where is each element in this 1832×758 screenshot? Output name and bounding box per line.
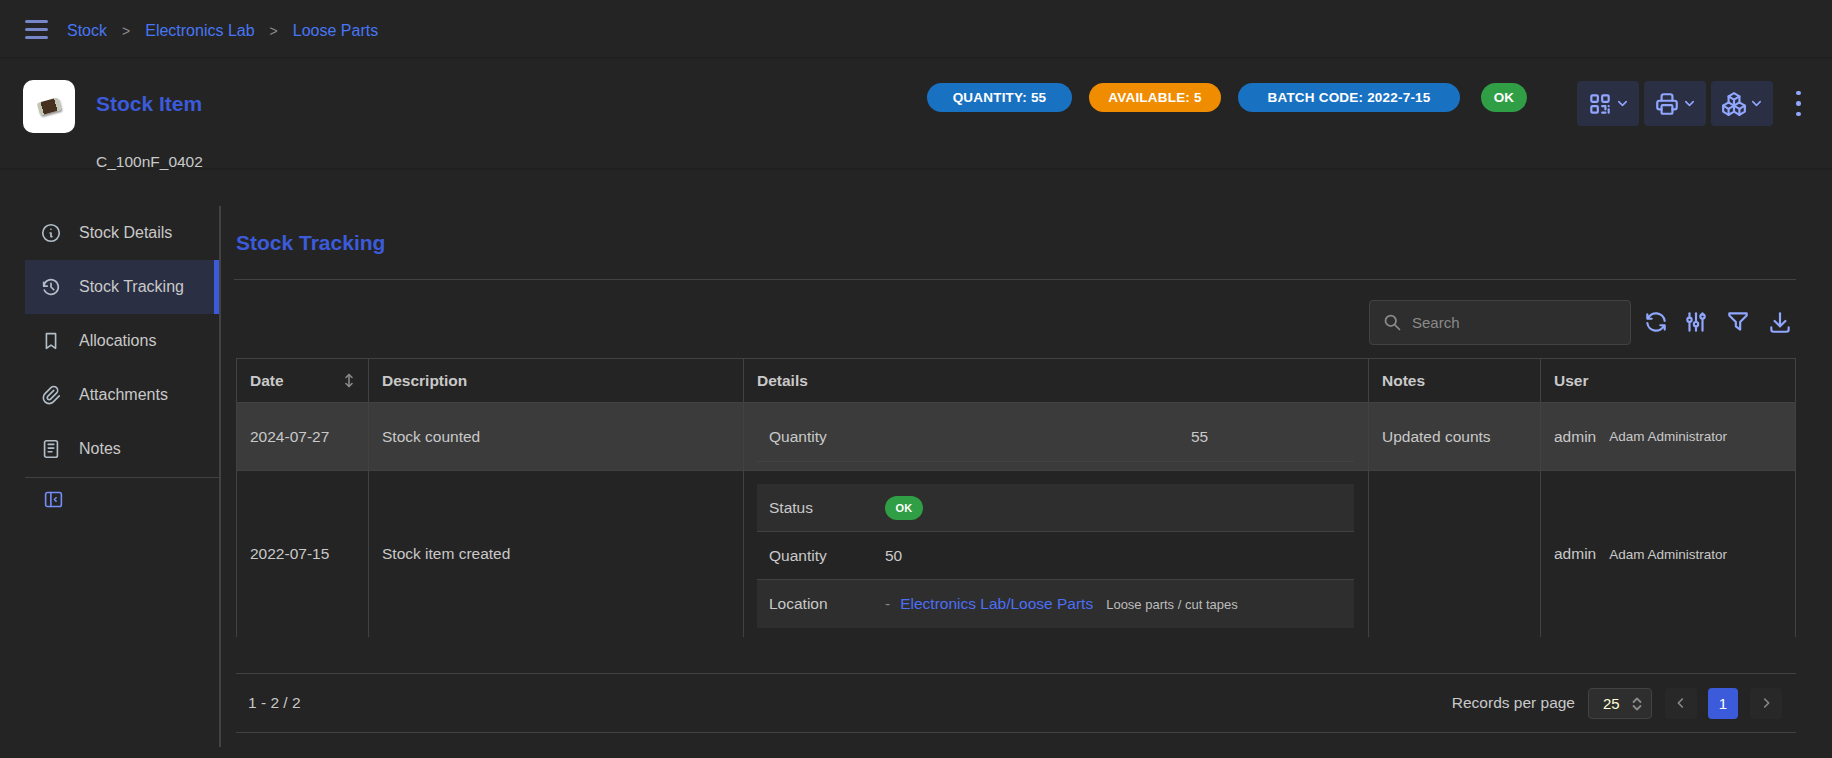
print-actions-button[interactable] bbox=[1644, 81, 1706, 126]
cell-details: Quantity 55 bbox=[744, 403, 1369, 470]
location-link[interactable]: Electronics Lab/Loose Parts bbox=[900, 595, 1093, 613]
sidebar-item-stock-details[interactable]: Stock Details bbox=[25, 206, 219, 260]
header-badges: QUANTITY: 55 AVAILABLE: 5 BATCH CODE: 20… bbox=[927, 83, 1527, 112]
column-header-date[interactable]: Date bbox=[237, 359, 369, 402]
notes-icon bbox=[40, 438, 62, 460]
cell-user: admin Adam Administrator bbox=[1541, 471, 1795, 637]
cell-notes bbox=[1369, 471, 1541, 637]
breadcrumb: Stock > Electronics Lab > Loose Parts bbox=[67, 5, 378, 57]
breadcrumb-loose-parts[interactable]: Loose Parts bbox=[293, 22, 378, 40]
page-1-button[interactable]: 1 bbox=[1708, 688, 1738, 719]
chevron-down-icon bbox=[1682, 96, 1697, 111]
breadcrumb-stock[interactable]: Stock bbox=[67, 22, 107, 40]
sidebar-item-label: Stock Details bbox=[79, 224, 172, 242]
location-note: Loose parts / cut tapes bbox=[1106, 597, 1238, 612]
details-subrow-quantity: Quantity 50 bbox=[757, 532, 1354, 580]
capacitor-image bbox=[37, 97, 62, 115]
content-heading: Stock Tracking bbox=[236, 231, 385, 255]
column-header-details: Details bbox=[744, 359, 1369, 402]
printer-icon bbox=[1654, 91, 1680, 117]
table-header-row: Date Description Details Notes User bbox=[237, 359, 1795, 403]
sidebar-item-attachments[interactable]: Attachments bbox=[25, 368, 219, 422]
page-header: Stock Item C_100nF_0402 QUANTITY: 55 AVA… bbox=[0, 57, 1832, 170]
refresh-icon[interactable] bbox=[1643, 309, 1669, 335]
table-toolbar-icons bbox=[1643, 309, 1793, 335]
cell-user: admin Adam Administrator bbox=[1541, 403, 1795, 470]
table-row[interactable]: 2022-07-15 Stock item created Status OK … bbox=[237, 471, 1795, 637]
username: admin bbox=[1554, 545, 1596, 563]
column-header-notes: Notes bbox=[1369, 359, 1541, 402]
cell-details: Status OK Quantity 50 Location - Electro… bbox=[744, 471, 1369, 637]
heading-divider bbox=[234, 279, 1796, 280]
table-row[interactable]: 2024-07-27 Stock counted Quantity 55 Upd… bbox=[237, 403, 1795, 471]
info-circle-icon bbox=[40, 222, 62, 244]
sidebar-item-stock-tracking[interactable]: Stock Tracking bbox=[25, 260, 219, 314]
sidebar-divider bbox=[25, 477, 219, 478]
search-input[interactable] bbox=[1412, 302, 1622, 343]
column-header-user: User bbox=[1541, 359, 1795, 402]
available-badge: AVAILABLE: 5 bbox=[1089, 83, 1221, 112]
status-ok-pill: OK bbox=[885, 496, 923, 520]
cell-date: 2024-07-27 bbox=[237, 403, 369, 470]
details-subrow-status: Status OK bbox=[757, 484, 1354, 532]
sidebar-item-label: Allocations bbox=[79, 332, 156, 350]
page-subtitle: C_100nF_0402 bbox=[96, 153, 203, 171]
stock-item-thumbnail[interactable] bbox=[23, 80, 75, 133]
header-action-buttons bbox=[1577, 81, 1773, 126]
records-range-label: 1 - 2 / 2 bbox=[248, 694, 301, 712]
records-per-page-label: Records per page bbox=[1452, 694, 1575, 712]
cell-description: Stock item created bbox=[369, 471, 744, 637]
cell-description: Stock counted bbox=[369, 403, 744, 470]
filter-icon[interactable] bbox=[1725, 309, 1751, 335]
user-fullname: Adam Administrator bbox=[1609, 429, 1727, 444]
user-fullname: Adam Administrator bbox=[1609, 547, 1727, 562]
download-icon[interactable] bbox=[1767, 309, 1793, 335]
prev-page-button[interactable] bbox=[1665, 688, 1697, 719]
details-subrow-location: Location - Electronics Lab/Loose Parts L… bbox=[757, 580, 1354, 628]
cell-notes: Updated counts bbox=[1369, 403, 1541, 470]
sidebar-item-label: Notes bbox=[79, 440, 121, 458]
column-header-description[interactable]: Description bbox=[369, 359, 744, 402]
sort-icon[interactable] bbox=[342, 372, 356, 389]
breadcrumb-separator: > bbox=[122, 23, 130, 39]
stock-actions-button[interactable] bbox=[1711, 81, 1773, 126]
status-ok-badge: OK bbox=[1481, 83, 1527, 112]
packages-icon bbox=[1721, 91, 1747, 117]
page-size-select[interactable]: 25 bbox=[1588, 688, 1652, 719]
details-subtable: Status OK Quantity 50 Location - Electro… bbox=[757, 484, 1354, 628]
breadcrumb-separator: > bbox=[270, 23, 278, 39]
qr-code-icon bbox=[1587, 91, 1613, 117]
chevron-down-icon bbox=[1615, 96, 1630, 111]
sidebar-collapse-button[interactable] bbox=[43, 489, 64, 510]
sidebar-item-label: Stock Tracking bbox=[79, 278, 184, 296]
breadcrumb-electronics-lab[interactable]: Electronics Lab bbox=[145, 22, 254, 40]
username: admin bbox=[1554, 428, 1596, 446]
cell-date: 2022-07-15 bbox=[237, 471, 369, 637]
quantity-badge: QUANTITY: 55 bbox=[927, 83, 1072, 112]
sidebar-nav: Stock Details Stock Tracking Allocations… bbox=[0, 206, 221, 747]
search-icon bbox=[1382, 312, 1403, 333]
details-subrow-quantity: Quantity 55 bbox=[757, 412, 1354, 462]
barcode-actions-button[interactable] bbox=[1577, 81, 1639, 126]
search-box bbox=[1369, 300, 1631, 345]
more-options-button[interactable] bbox=[1790, 81, 1807, 126]
batch-code-badge: BATCH CODE: 2022-7-15 bbox=[1238, 83, 1460, 112]
next-page-button[interactable] bbox=[1750, 688, 1782, 719]
bookmark-icon bbox=[40, 330, 62, 352]
chevron-down-icon bbox=[1749, 96, 1764, 111]
top-nav: Stock > Electronics Lab > Loose Parts bbox=[0, 0, 1832, 59]
table-footer: 1 - 2 / 2 Records per page 25 1 bbox=[236, 673, 1796, 733]
stock-tracking-table: Date Description Details Notes User 2024… bbox=[236, 358, 1796, 637]
sidebar-item-allocations[interactable]: Allocations bbox=[25, 314, 219, 368]
adjustments-icon[interactable] bbox=[1683, 309, 1709, 335]
menu-icon[interactable] bbox=[25, 20, 48, 39]
history-icon bbox=[40, 276, 62, 298]
select-stepper-icon bbox=[1629, 695, 1645, 713]
page-title: Stock Item bbox=[96, 92, 202, 116]
sidebar-item-notes[interactable]: Notes bbox=[25, 422, 219, 476]
paperclip-icon bbox=[40, 384, 62, 406]
sidebar-item-label: Attachments bbox=[79, 386, 168, 404]
